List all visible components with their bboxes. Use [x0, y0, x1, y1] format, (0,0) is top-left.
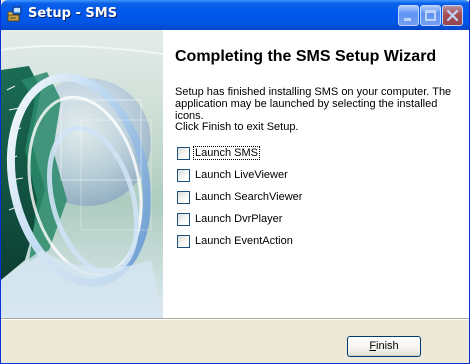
title-bar[interactable]: Setup - SMS — [1, 0, 469, 30]
close-button[interactable] — [442, 5, 463, 26]
maximize-button[interactable] — [420, 5, 441, 26]
launch-eventaction-label[interactable]: Launch EventAction — [195, 235, 293, 247]
launch-searchviewer-option[interactable]: Launch SearchViewer — [177, 190, 377, 206]
launch-sms-option[interactable]: Launch SMS — [177, 146, 377, 162]
launch-dvrplayer-label[interactable]: Launch DvrPlayer — [195, 213, 282, 225]
launch-liveviewer-option[interactable]: Launch LiveViewer — [177, 168, 377, 184]
finish-button[interactable]: Finish — [347, 336, 421, 357]
wizard-side-banner — [1, 30, 163, 318]
launch-dvrplayer-checkbox[interactable] — [177, 213, 190, 226]
launch-liveviewer-label[interactable]: Launch LiveViewer — [195, 169, 288, 181]
maximize-icon — [425, 10, 436, 21]
launch-sms-checkbox[interactable] — [177, 147, 190, 160]
window-title: Setup - SMS — [28, 6, 118, 21]
launch-dvrplayer-option[interactable]: Launch DvrPlayer — [177, 212, 377, 228]
launch-eventaction-option[interactable]: Launch EventAction — [177, 234, 377, 250]
footer-divider — [1, 318, 469, 320]
launch-sms-label[interactable]: Launch SMS — [193, 146, 260, 160]
launch-eventaction-checkbox[interactable] — [177, 235, 190, 248]
close-icon — [446, 9, 459, 22]
launch-liveviewer-checkbox[interactable] — [177, 169, 190, 182]
finish-label: inish — [376, 340, 399, 352]
wizard-content: Completing the SMS Setup Wizard Setup ha… — [1, 30, 469, 318]
finish-message: Setup has finished installing SMS on you… — [175, 86, 452, 122]
exit-instruction: Click Finish to exit Setup. — [175, 121, 299, 133]
launch-searchviewer-checkbox[interactable] — [177, 191, 190, 204]
setup-window: Setup - SMS Completing the SMS Setup Wiz… — [0, 0, 470, 364]
launch-searchviewer-label[interactable]: Launch SearchViewer — [195, 191, 302, 203]
setup-package-icon[interactable] — [7, 6, 23, 22]
minimize-button[interactable] — [398, 5, 419, 26]
minimize-icon — [404, 18, 411, 21]
page-title: Completing the SMS Setup Wizard — [175, 48, 437, 65]
